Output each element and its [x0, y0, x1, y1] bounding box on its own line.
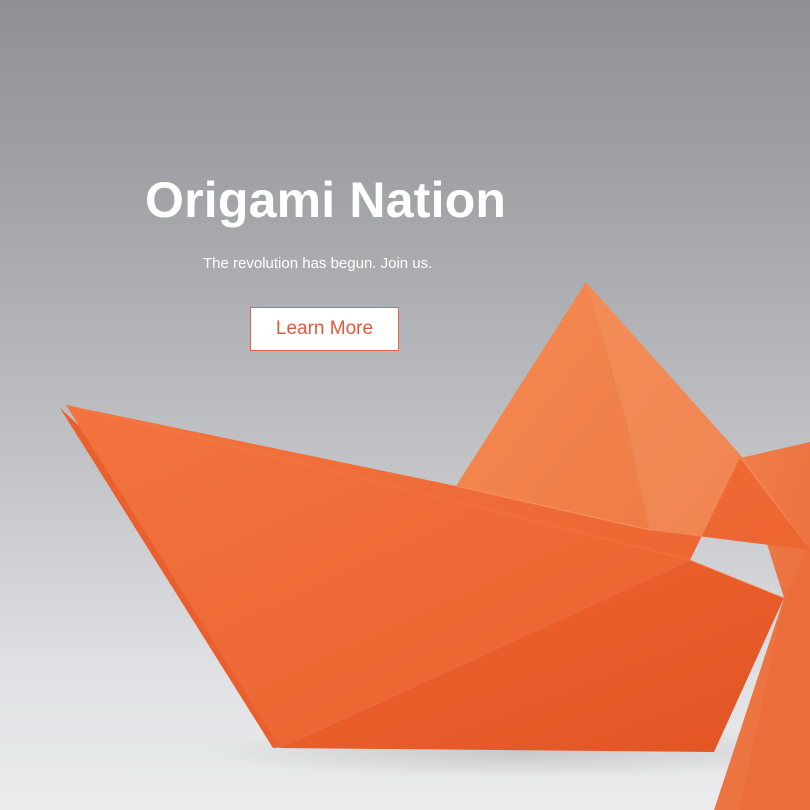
hero-section: Origami Nation The revolution has begun.…	[0, 0, 810, 810]
hero-title: Origami Nation	[145, 172, 507, 228]
hero-subtitle: The revolution has begun. Join us.	[203, 255, 433, 272]
paper-boat-image	[60, 282, 810, 810]
learn-more-button[interactable]: Learn More	[250, 307, 399, 351]
